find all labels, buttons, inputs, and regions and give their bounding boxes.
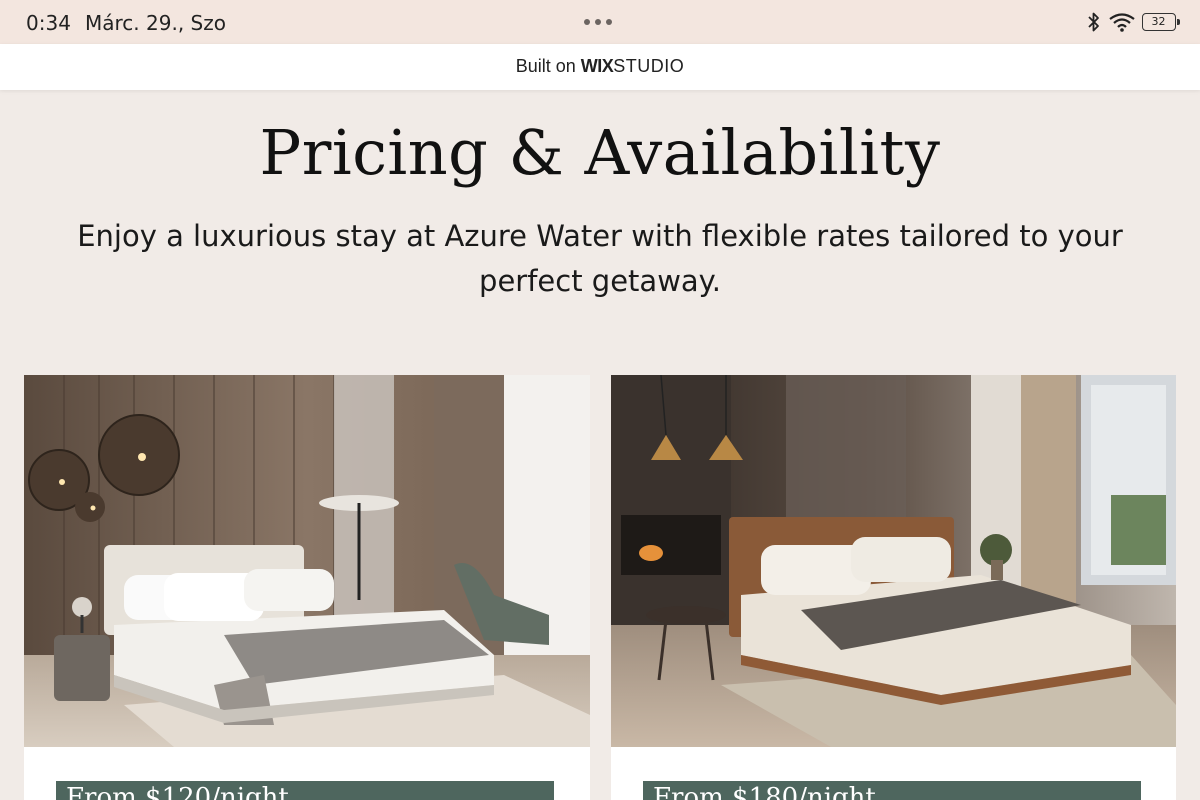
- wix-logo: WIX: [580, 56, 614, 76]
- page-subtitle: Enjoy a luxurious stay at Azure Water wi…: [77, 219, 1123, 298]
- battery-level: 32: [1151, 15, 1166, 28]
- wix-banner[interactable]: Built on WIXSTUDIO: [0, 44, 1200, 90]
- status-bar: 0:34 Márc. 29., Szo 32: [0, 0, 1200, 44]
- page-title: Pricing & Availability: [259, 116, 941, 189]
- more-dots-icon[interactable]: [584, 19, 612, 25]
- room-image-standard: [24, 375, 590, 747]
- banner-prefix: Built on: [515, 56, 576, 76]
- bluetooth-icon: [1088, 12, 1099, 32]
- price-label: From $120/night: [66, 783, 289, 800]
- wix-banner-text[interactable]: Built on WIXSTUDIO: [516, 56, 685, 77]
- room-card-standard[interactable]: From $120/night: [24, 375, 590, 800]
- wifi-icon: [1109, 13, 1135, 32]
- room-card-deluxe[interactable]: From $180/night: [611, 375, 1176, 800]
- status-date: Márc. 29., Szo: [85, 11, 226, 35]
- wix-studio-label: STUDIO: [613, 56, 685, 76]
- price-badge: From $120/night: [56, 781, 554, 800]
- room-image-deluxe: [611, 375, 1176, 747]
- price-label: From $180/night: [653, 783, 876, 800]
- status-time: 0:34: [26, 11, 71, 35]
- price-badge: From $180/night: [643, 781, 1141, 800]
- battery-icon: 32: [1142, 13, 1180, 31]
